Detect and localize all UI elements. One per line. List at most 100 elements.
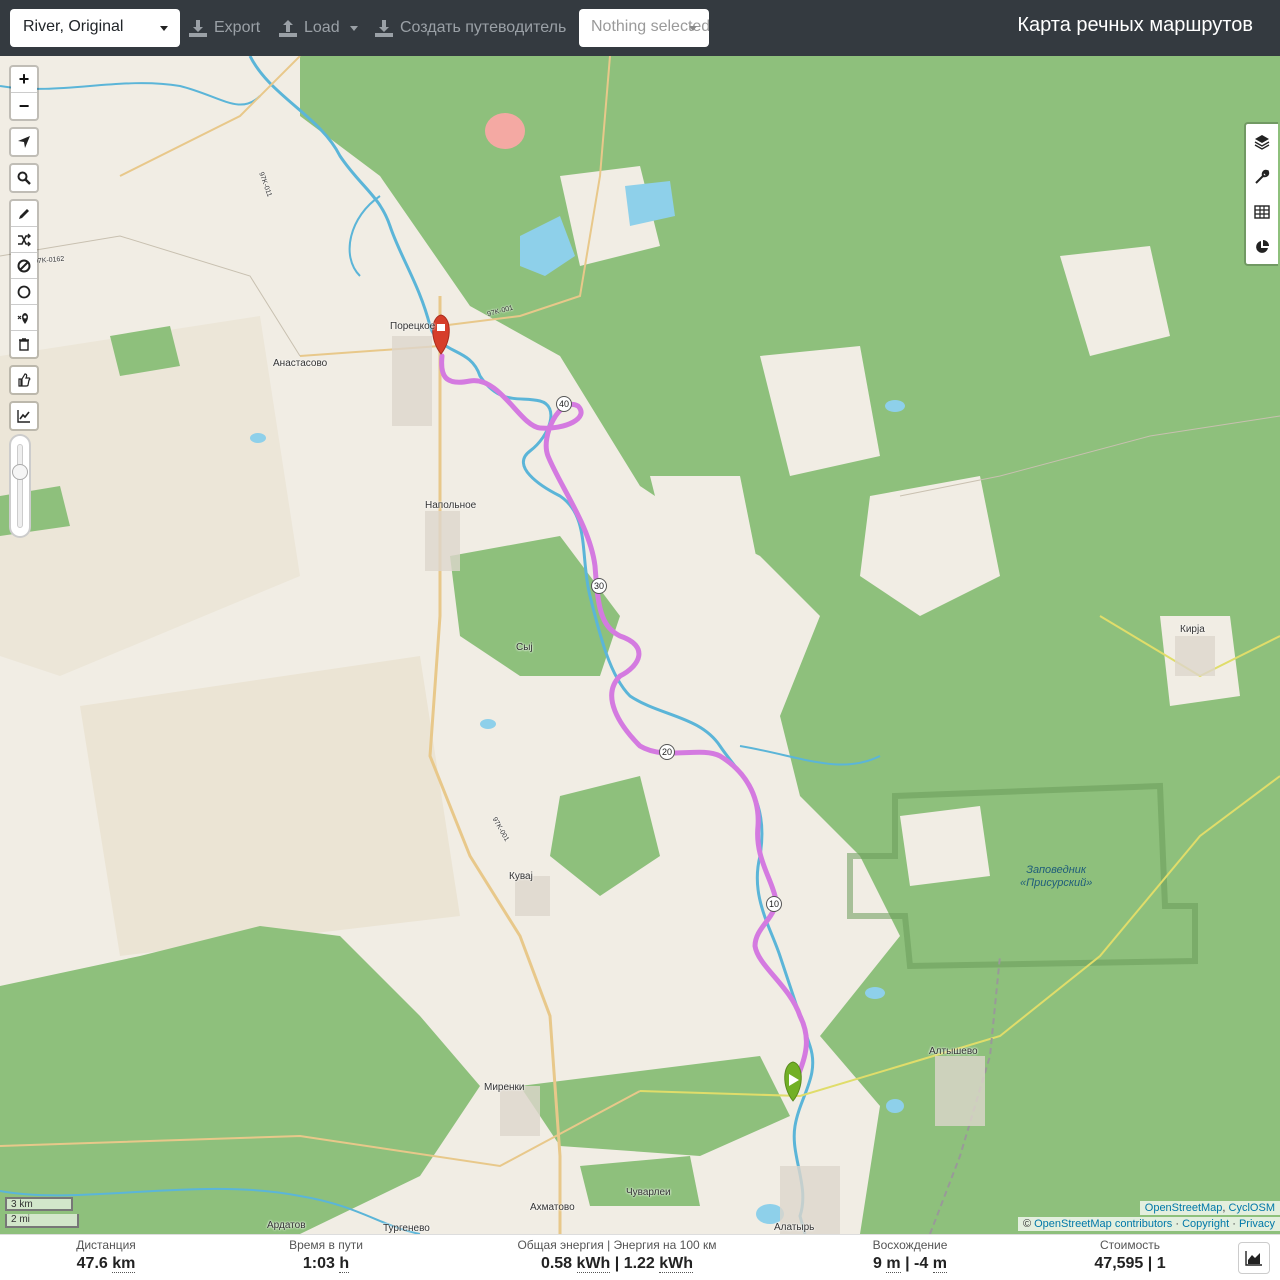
osm-link[interactable]: OpenStreetMap: [1145, 1202, 1223, 1214]
distance-number: 47.6: [76, 1255, 108, 1272]
no-go-icon: [17, 259, 31, 272]
stat-cost: Стоимость 47,595 | 1: [1070, 1238, 1190, 1273]
copyright-link[interactable]: Copyright: [1182, 1218, 1229, 1230]
route-end-marker[interactable]: [428, 313, 454, 355]
layers-icon: [1254, 134, 1270, 150]
map-view[interactable]: Порецкое Анастасово Напольное Сыј Кувај …: [0, 56, 1280, 1234]
right-toolbar: [1244, 122, 1278, 266]
ascent-unit: m: [886, 1255, 901, 1273]
stat-ascent-value: 9 m | -4 m: [850, 1255, 970, 1273]
area-chart-icon: [1245, 1251, 1262, 1266]
zoom-out-button[interactable]: −: [11, 93, 37, 119]
stat-time-label: Время в пути: [289, 1238, 363, 1252]
reverse-route-button[interactable]: [11, 227, 37, 253]
stat-energy: Общая энергия | Энергия на 100 км 0.58 k…: [497, 1238, 737, 1273]
elevation-chart-icon: [17, 410, 30, 423]
reserve-label-line1: Заповедник: [1026, 864, 1087, 876]
osm-contributors-link[interactable]: OpenStreetMap contributors: [1034, 1218, 1172, 1230]
route-km-marker: 40: [556, 396, 572, 412]
download-icon: [189, 20, 207, 37]
place-label: Анастасово: [273, 358, 328, 369]
poi-button[interactable]: [11, 367, 37, 393]
profile-select-value: River, Original: [23, 18, 124, 35]
draw-icon: [19, 208, 29, 219]
distance-unit: km: [112, 1255, 136, 1273]
map-tiles: [0, 56, 1280, 1234]
delete-marker-button[interactable]: [11, 305, 37, 331]
scale-imperial: 2 mi: [5, 1214, 79, 1228]
layers-button[interactable]: [1246, 124, 1278, 159]
search-button[interactable]: [11, 165, 37, 191]
search-icon: [17, 171, 31, 185]
top-bar: River, Original Export Load Создать путе…: [0, 0, 1280, 56]
place-label: Тургенево: [383, 1223, 430, 1234]
slider-track: [17, 444, 23, 528]
load-button[interactable]: Load: [278, 9, 358, 47]
place-label: Кирја: [1180, 624, 1205, 635]
elevation-chart-button[interactable]: [1238, 1242, 1270, 1274]
load-label: Load: [304, 19, 340, 36]
route-km-marker: 20: [659, 744, 675, 760]
elevation-button[interactable]: [11, 403, 37, 429]
pie-chart-icon: [1256, 239, 1269, 253]
marker-delete-icon: [17, 312, 28, 324]
locate-control: [9, 127, 39, 157]
ascent-separator: |: [900, 1255, 915, 1272]
stat-ascent: Восхождение 9 m | -4 m: [850, 1238, 970, 1273]
upload-icon: [279, 20, 297, 37]
app-title: Карта речных маршрутов: [1017, 14, 1253, 36]
no-go-area-button[interactable]: [11, 253, 37, 279]
route-select[interactable]: Nothing selected: [579, 9, 709, 47]
energy-separator: |: [610, 1255, 624, 1272]
attribution-separator: ·: [1229, 1218, 1239, 1230]
copyright-symbol: ©: [1022, 1218, 1035, 1230]
stat-distance: Дистанция 47.6 km: [40, 1238, 172, 1273]
table-button[interactable]: [1246, 194, 1278, 229]
poi-control: [9, 365, 39, 395]
settings-button[interactable]: [1246, 159, 1278, 194]
wrench-icon: [1255, 169, 1270, 184]
place-label: Кувај: [509, 871, 533, 882]
opacity-slider[interactable]: [9, 434, 31, 538]
place-label: Напольное: [425, 500, 477, 511]
ascent-unit: m: [932, 1255, 947, 1273]
locate-icon: [18, 136, 30, 148]
zoom-control: + −: [9, 65, 39, 121]
zoom-in-button[interactable]: +: [11, 67, 37, 93]
thumbs-up-icon: [18, 373, 31, 387]
delete-route-button[interactable]: [11, 331, 37, 357]
privacy-link[interactable]: Privacy: [1239, 1218, 1275, 1230]
trash-icon: [19, 338, 29, 351]
create-guide-button[interactable]: Создать путеводитель: [374, 9, 566, 47]
stat-energy-value: 0.58 kWh | 1.22 kWh: [497, 1255, 737, 1273]
circle-button[interactable]: [11, 279, 37, 305]
stat-distance-value: 47.6 km: [40, 1255, 172, 1273]
export-button[interactable]: Export: [188, 9, 260, 47]
stats-button[interactable]: [1246, 229, 1278, 264]
scale-metric: 3 km: [5, 1197, 73, 1211]
elevation-control: [9, 401, 39, 431]
chevron-down-icon: [689, 26, 697, 31]
profile-select[interactable]: River, Original: [10, 9, 180, 47]
search-control: [9, 163, 39, 193]
attribution-tiles: OpenStreetMap, CyclOSM: [1139, 1201, 1280, 1215]
time-unit: h: [339, 1255, 350, 1273]
cost-separator: |: [1143, 1255, 1157, 1272]
locate-button[interactable]: [11, 129, 37, 155]
stat-cost-label: Стоимость: [1099, 1238, 1161, 1252]
draw-tools: [9, 199, 39, 359]
circle-icon: [17, 285, 31, 298]
route-start-marker[interactable]: [780, 1060, 806, 1102]
place-label: Алатырь: [774, 1222, 815, 1233]
energy-per-100km: 1.22: [623, 1255, 655, 1272]
cyclosm-link[interactable]: CyclOSM: [1229, 1202, 1275, 1214]
draw-route-button[interactable]: [11, 201, 37, 227]
place-label: Алтышево: [929, 1046, 978, 1057]
place-label: Сыј: [516, 642, 533, 653]
ascent-plain: 9: [873, 1255, 882, 1272]
slider-thumb[interactable]: [12, 464, 28, 480]
stat-distance-label: Дистанция: [76, 1238, 136, 1252]
reserve-label: Заповедник «Присурский»: [1020, 864, 1092, 890]
place-label: Миренки: [484, 1082, 525, 1093]
time-number: 1:03: [302, 1255, 335, 1272]
